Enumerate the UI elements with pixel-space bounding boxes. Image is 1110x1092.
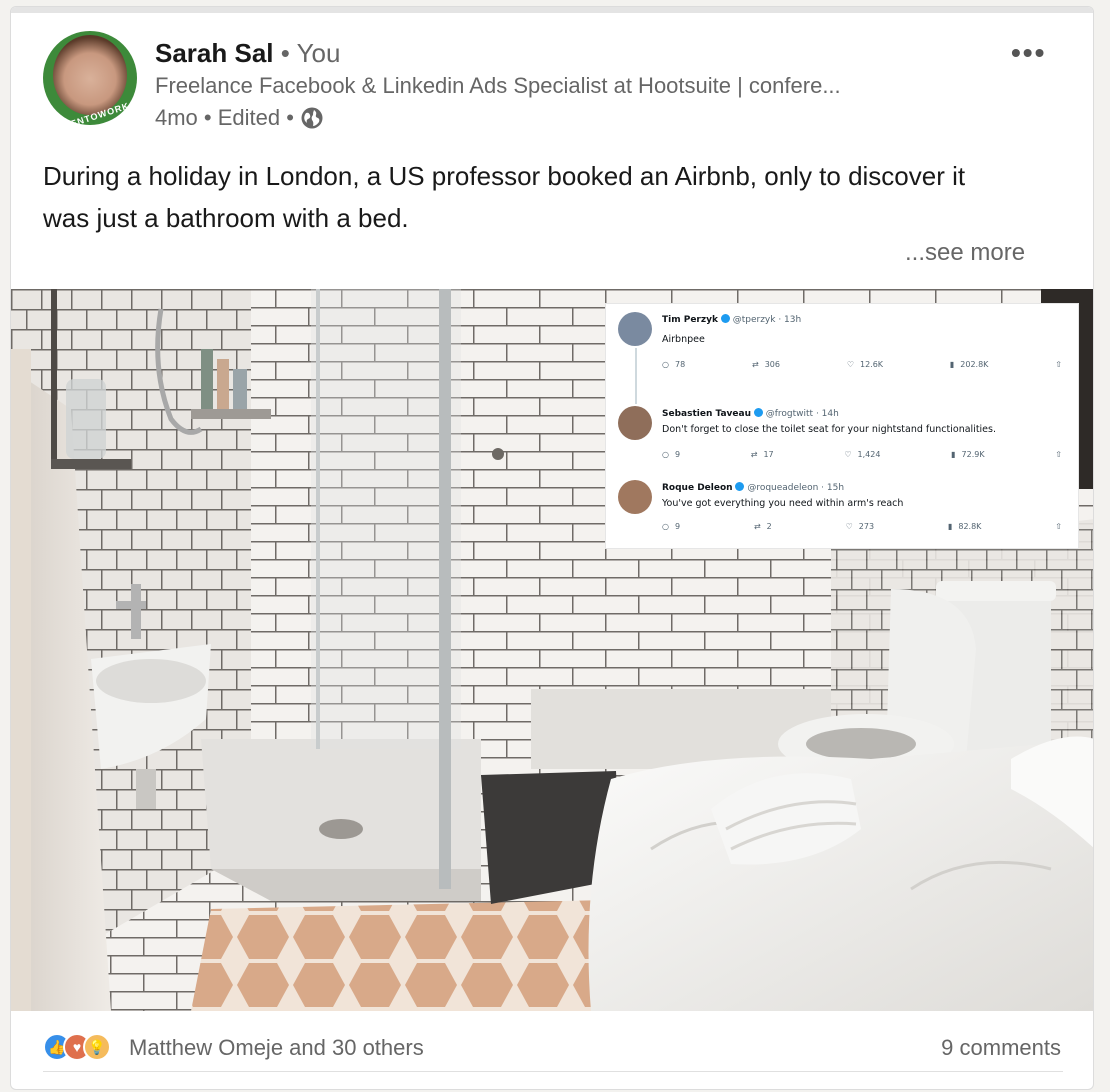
footer-divider [43,1071,1063,1072]
tweet-avatar [618,312,652,346]
reply-count: ○ 9 [662,522,680,531]
views-icon: ▮ [949,360,955,369]
tweet-handle: @roqueadeleon · 15h [747,483,845,493]
heart-icon: ♡ [846,360,854,369]
reply-count: ○ 9 [662,450,680,459]
like-count: ♡ 273 [846,522,874,531]
tweet-handle: @frogtwitt · 14h [765,409,839,419]
repost-value: 2 [766,522,772,531]
tweet-text: Don't forget to close the toilet seat fo… [662,424,996,435]
repost-icon: ⇄ [753,522,761,531]
card-top-divider [11,7,1093,13]
thread-line [635,348,637,404]
view-value: 72.9K [961,450,985,459]
repost-value: 17 [763,450,774,459]
verified-icon [735,482,745,491]
tweet-author: Tim Perzyk [662,315,718,325]
post-timestamp: 4mo • Edited • [155,105,294,130]
view-count: ▮ 82.8K [948,522,981,531]
tweet-text: You've got everything you need within ar… [662,498,904,509]
tweet-text: Airbnpee [662,334,705,345]
view-value: 82.8K [958,522,982,531]
like-value: 1,424 [857,450,881,459]
view-count: ▮ 72.9K [951,450,984,459]
reply-value: 9 [674,522,681,531]
tweet-avatar [618,406,652,440]
reactions-count[interactable]: Matthew Omeje and 30 others [129,1035,424,1061]
author-relation: • You [280,38,341,68]
repost-icon: ⇄ [752,360,759,369]
author-name[interactable]: Sarah Sal [155,38,274,68]
share-icon: ⇧ [1055,522,1062,531]
reply-icon: ○ [662,450,669,459]
views-icon: ▮ [947,522,953,531]
comments-count[interactable]: 9 comments [941,1035,1061,1061]
reply-icon: ○ [662,522,669,531]
reaction-icons[interactable]: 👍 ♥ 💡 [43,1033,111,1061]
repost-count: ⇄ 2 [754,522,772,531]
more-options-icon[interactable]: ••• [1011,37,1046,69]
view-value: 202.8K [960,360,989,369]
share-icon: ⇧ [1055,360,1062,369]
repost-count: ⇄ 306 [752,360,780,369]
tweet-header: Roque Deleon @roqueadeleon · 15h [662,482,844,493]
tweet-header: Tim Perzyk @tperzyk · 13h [662,314,801,325]
repost-value: 306 [764,360,780,369]
tweet-author: Roque Deleon [662,483,733,493]
social-counts-bar: 👍 ♥ 💡 Matthew Omeje and 30 others 9 comm… [11,1019,1093,1079]
repost-icon: ⇄ [750,450,758,459]
view-count: ▮ 202.8K [950,360,989,369]
reply-icon: ○ [662,360,669,369]
heart-icon: ♡ [844,450,852,459]
globe-icon [301,107,323,129]
views-icon: ▮ [951,450,956,459]
tweet-header: Sebastien Taveau @frogtwitt · 14h [662,408,839,419]
avatar-photo [53,35,127,115]
post-meta: 4mo • Edited • [155,105,324,131]
post-image[interactable]: Tim Perzyk @tperzyk · 13h Airbnpee ○ 78 ⇄… [11,289,1093,1011]
like-count: ♡ 1,424 [844,450,880,459]
author-headline: Freelance Facebook & Linkedin Ads Specia… [155,73,841,98]
tweet-author: Sebastien Taveau [662,409,751,419]
tweet-actions: ○ 78 ⇄ 306 ♡ 12.6K ▮ 202.8K ⇧ [662,360,1062,369]
verified-icon [720,314,730,323]
author-avatar[interactable]: #OPENTOWORK [43,31,137,125]
reply-value: 78 [674,360,686,369]
share-icon: ⇧ [1055,450,1062,459]
insightful-reaction-icon: 💡 [83,1033,111,1061]
feed-post-card: #OPENTOWORK Sarah Sal • You Freelance Fa… [10,6,1094,1090]
reply-value: 9 [674,450,681,459]
like-value: 12.6K [859,360,884,369]
author-name-row: Sarah Sal • You [155,37,340,69]
tweet-actions: ○ 9 ⇄ 17 ♡ 1,424 ▮ 72.9K ⇧ [662,450,1062,459]
heart-icon: ♡ [845,522,853,531]
like-count: ♡ 12.6K [847,360,883,369]
see-more-link[interactable]: ...see more [905,239,1025,267]
repost-count: ⇄ 17 [751,450,774,459]
tweet-handle: @tperzyk · 13h [732,315,802,325]
verified-icon [753,408,763,417]
post-text: During a holiday in London, a US profess… [43,161,966,233]
reply-count: ○ 78 [662,360,685,369]
tweet-screenshot: Tim Perzyk @tperzyk · 13h Airbnpee ○ 78 ⇄… [605,303,1079,549]
like-value: 273 [858,522,875,531]
tweet-avatar [618,480,652,514]
tweet-actions: ○ 9 ⇄ 2 ♡ 273 ▮ 82.8K ⇧ [662,522,1062,531]
